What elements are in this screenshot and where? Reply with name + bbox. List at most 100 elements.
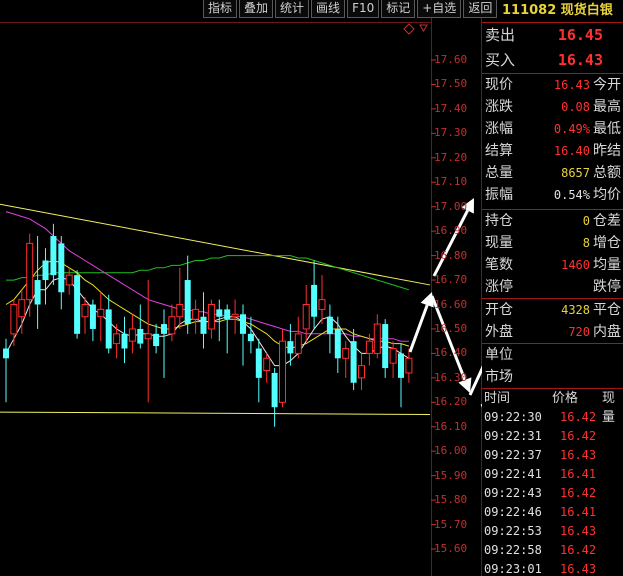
buy-row: 买入 16.43 — [482, 48, 623, 73]
stat-value: 0.49% — [553, 122, 590, 136]
stat-row: 市场 — [482, 366, 623, 388]
overlay-button[interactable]: 叠加 — [239, 0, 274, 18]
trade-header-time: 时间 — [484, 391, 511, 406]
y-tick-label: 17.00 — [434, 199, 468, 213]
quote-stats-group: 现价 16.43 今开 涨跌 0.08 最高 涨幅 0.49% 最低 结算 16.40 昨结 总量 865… — [482, 74, 623, 206]
add-watchlist-button[interactable]: +自选 — [417, 0, 462, 18]
candle-body — [81, 304, 89, 318]
mark-button[interactable]: 标记 — [381, 0, 416, 18]
sell-row: 卖出 16.45 — [482, 23, 623, 48]
stat-label-right: 最高 — [593, 99, 621, 115]
trade-price: 16.43 — [560, 524, 597, 538]
trade-time: 09:22:46 — [484, 505, 542, 519]
candle-body — [389, 348, 397, 364]
trade-price: 16.43 — [560, 448, 597, 462]
sell-label: 卖出 — [485, 26, 516, 44]
indicator-button[interactable]: 指标 — [203, 0, 238, 18]
candle-body — [231, 313, 239, 318]
stat-label: 市场 — [485, 369, 513, 385]
arrow-up-icon — [408, 292, 434, 353]
candle-body — [373, 323, 381, 354]
y-tick-label: 15.90 — [434, 468, 468, 482]
stat-label-right: 内盘 — [593, 324, 621, 340]
stat-label-right: 今开 — [593, 77, 621, 93]
trade-time: 09:22:37 — [484, 448, 542, 462]
draw-line-button[interactable]: 画线 — [311, 0, 346, 18]
candle-body — [10, 304, 18, 335]
y-tick-label: 16.00 — [434, 444, 468, 458]
candle-body — [200, 316, 207, 334]
candle-body — [382, 324, 389, 369]
stat-label-right: 增仓 — [593, 235, 621, 251]
trade-price: 16.42 — [560, 543, 597, 557]
trade-price: 16.41 — [560, 467, 597, 481]
trade-row: 09:22:46 16.41 — [482, 503, 623, 522]
stat-value: 16.40 — [553, 144, 590, 158]
candle-body — [18, 299, 26, 318]
trade-row: 09:22:53 16.43 — [482, 522, 623, 541]
stat-row: 总量 8657 总额 — [482, 162, 623, 184]
candlestick-chart[interactable] — [0, 0, 482, 576]
candle-body — [192, 308, 200, 320]
y-tick-label: 16.90 — [434, 224, 468, 238]
stat-label: 涨跌 — [485, 99, 513, 115]
trade-list: 09:22:30 16.42 09:22:31 16.42 09:22:37 16.43 0… — [482, 408, 623, 576]
candle-body — [405, 357, 413, 374]
y-tick-label: 15.80 — [434, 493, 468, 507]
candle-body — [263, 357, 271, 372]
stat-row: 结算 16.40 昨结 — [482, 140, 623, 162]
candle-body — [144, 333, 152, 340]
trade-row: 09:22:58 16.42 — [482, 541, 623, 560]
y-tick-label: 16.20 — [434, 395, 468, 409]
statistics-button[interactable]: 统计 — [275, 0, 310, 18]
candle-body — [334, 328, 341, 359]
candle-body — [342, 348, 350, 359]
candle-body — [271, 372, 278, 408]
f10-button[interactable]: F10 — [347, 0, 380, 18]
buy-label: 买入 — [485, 51, 516, 69]
candle-body — [97, 308, 105, 318]
stat-row: 现价 16.43 今开 — [482, 74, 623, 96]
stat-label: 涨幅 — [485, 121, 513, 137]
trade-price: 16.42 — [560, 486, 597, 500]
stat-row: 持仓 0 仓差 — [482, 210, 623, 232]
position-stats-group: 持仓 0 仓差 现量 8 增仓 笔数 1460 均量 涨停 跌停 — [482, 210, 623, 298]
trade-time: 09:22:53 — [484, 524, 542, 538]
candle-body — [318, 299, 326, 310]
stat-row: 涨停 跌停 — [482, 276, 623, 298]
stat-label-right: 跌停 — [593, 279, 621, 295]
candle-body — [121, 333, 128, 349]
trade-price: 16.42 — [560, 429, 597, 443]
dropdown-triangle-icon — [419, 24, 428, 32]
trendline-bottom — [0, 411, 431, 416]
candle-body — [176, 304, 184, 318]
candle-body — [58, 243, 65, 293]
candle-body — [184, 280, 191, 325]
candle-body — [42, 260, 49, 281]
stat-label-right: 平仓 — [593, 302, 621, 318]
y-tick-label: 16.50 — [434, 321, 468, 335]
open-stats-group: 开仓 4328 平仓 外盘 720 内盘 — [482, 299, 623, 343]
stat-value: 0.54% — [553, 188, 590, 202]
stat-row: 外盘 720 内盘 — [482, 321, 623, 343]
y-tick-label: 17.50 — [434, 77, 468, 91]
trade-time: 09:22:58 — [484, 543, 542, 557]
y-tick-label: 15.70 — [434, 517, 468, 531]
candle-body — [34, 280, 41, 305]
y-tick-label: 16.30 — [434, 370, 468, 384]
candle-body — [398, 353, 404, 378]
stat-row: 单位 — [482, 344, 623, 366]
stat-label: 结算 — [485, 143, 513, 159]
buy-value: 16.43 — [557, 51, 603, 69]
candle-body — [3, 348, 9, 359]
quote-panel: 111082 现货白银 卖出 16.45 买入 16.43 现价 16.43 今开涨… — [482, 0, 623, 576]
stat-label-right: 仓差 — [593, 213, 621, 229]
y-tick-label: 16.10 — [434, 419, 468, 433]
y-tick-label: 16.80 — [434, 248, 468, 262]
stat-label: 现量 — [485, 235, 513, 251]
candle-body — [350, 341, 357, 383]
stat-value: 0.08 — [561, 100, 590, 114]
candle-body — [311, 284, 318, 317]
candle-body — [168, 316, 176, 335]
trade-time: 09:22:31 — [484, 429, 542, 443]
